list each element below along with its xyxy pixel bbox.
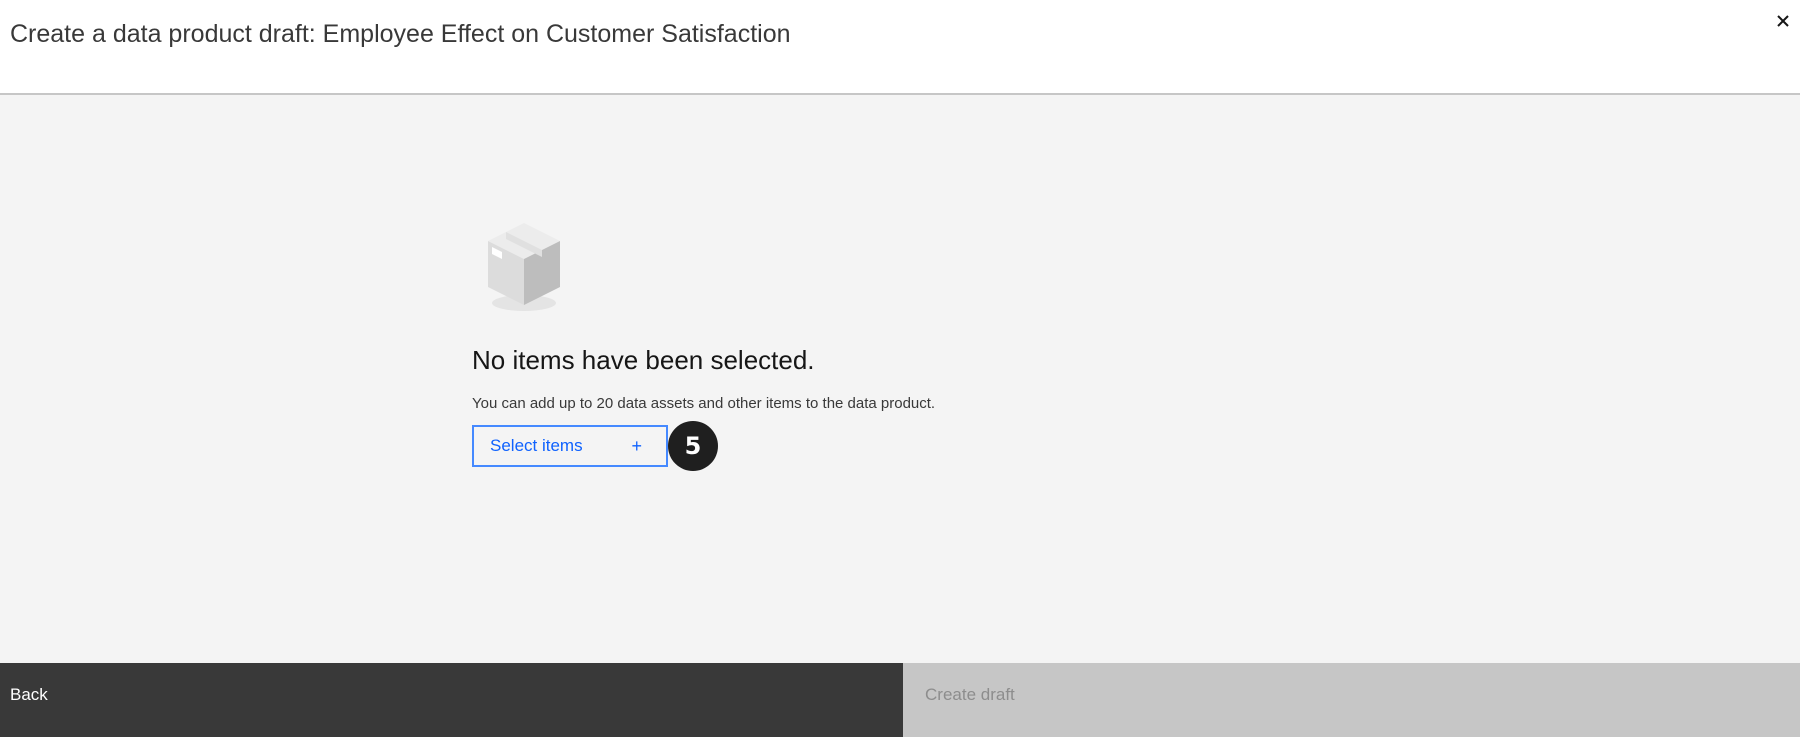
empty-state-heading: No items have been selected. bbox=[472, 345, 815, 375]
modal-header: Create a data product draft: Employee Ef… bbox=[0, 0, 1800, 95]
box-icon bbox=[488, 223, 560, 311]
modal-body: No items have been selected. You can add… bbox=[0, 95, 1800, 663]
create-draft-button[interactable]: Create draft bbox=[903, 663, 1800, 737]
plus-icon: + bbox=[631, 435, 642, 456]
create-draft-modal: Create a data product draft: Employee Ef… bbox=[0, 0, 1800, 737]
back-button-label: Back bbox=[10, 685, 48, 704]
step-number-badge: 5 bbox=[668, 421, 718, 471]
create-draft-button-label: Create draft bbox=[925, 685, 1015, 704]
close-icon bbox=[1777, 15, 1789, 27]
back-button[interactable]: Back bbox=[0, 663, 903, 737]
modal-title: Create a data product draft: Employee Ef… bbox=[10, 20, 791, 48]
select-items-button[interactable]: Select items + bbox=[472, 425, 668, 467]
select-items-label: Select items bbox=[490, 436, 583, 455]
modal-footer: Back Create draft bbox=[0, 663, 1800, 737]
close-button[interactable] bbox=[1766, 4, 1800, 38]
empty-state-description: You can add up to 20 data assets and oth… bbox=[472, 395, 936, 412]
